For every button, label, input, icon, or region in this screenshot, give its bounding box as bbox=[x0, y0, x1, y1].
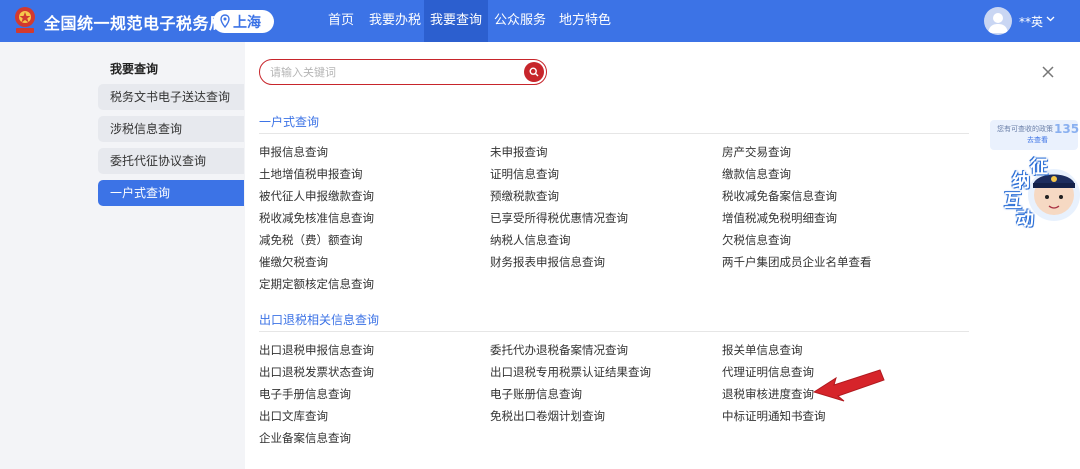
link-refund-invoice-status[interactable]: 出口退税发票状态查询 bbox=[259, 364, 374, 380]
link-agency-certificate[interactable]: 代理证明信息查询 bbox=[722, 364, 814, 380]
link-certificate-info[interactable]: 证明信息查询 bbox=[490, 166, 559, 182]
link-e-handbook[interactable]: 电子手册信息查询 bbox=[259, 386, 351, 402]
link-group-member-list[interactable]: 两千户集团成员企业名单查看 bbox=[722, 254, 872, 270]
sidebar-item-document-delivery[interactable]: 税务文书电子送达查询 bbox=[98, 84, 244, 110]
section-title-one-stop: 一户式查询 bbox=[259, 115, 320, 129]
link-export-refund-declaration[interactable]: 出口退税申报信息查询 bbox=[259, 342, 374, 358]
user-icon bbox=[988, 13, 1008, 33]
tax-interaction-assistant[interactable]: 征 纳 互 动 bbox=[1000, 155, 1080, 230]
bubble-count: 135 bbox=[1054, 122, 1080, 136]
tax-emblem-icon[interactable] bbox=[12, 5, 38, 35]
search-icon bbox=[529, 67, 539, 77]
main-panel bbox=[245, 42, 1080, 469]
bubble-view-link[interactable]: 去查看 bbox=[1027, 135, 1048, 145]
link-undeclared[interactable]: 未申报查询 bbox=[490, 144, 548, 160]
link-property-transaction[interactable]: 房产交易查询 bbox=[722, 144, 791, 160]
location-pin-icon bbox=[220, 14, 230, 28]
policy-notification-bubble[interactable]: 您有可查收的政策 去查看 135 bbox=[990, 120, 1080, 150]
top-header: 全国统一规范电子税务局 上海 首页 我要办税 我要查询 公众服务 地方特色 **… bbox=[0, 0, 1080, 42]
link-payment-info[interactable]: 缴款信息查询 bbox=[722, 166, 791, 182]
link-agent-declaration-payment[interactable]: 被代征人申报缴款查询 bbox=[259, 188, 374, 204]
link-financial-report[interactable]: 财务报表申报信息查询 bbox=[490, 254, 605, 270]
bubble-text: 您有可查收的政策 bbox=[997, 125, 1053, 133]
link-refund-tax-receipt-auth[interactable]: 出口退税专用税票认证结果查询 bbox=[490, 364, 651, 380]
link-e-ledger[interactable]: 电子账册信息查询 bbox=[490, 386, 582, 402]
search-button[interactable] bbox=[524, 62, 544, 82]
search-box bbox=[259, 59, 547, 85]
sidebar-item-tax-info[interactable]: 涉税信息查询 bbox=[98, 116, 244, 142]
nav-local-features[interactable]: 地方特色 bbox=[552, 0, 618, 42]
chevron-down-icon[interactable] bbox=[1046, 16, 1055, 22]
link-entrusted-refund-filing[interactable]: 委托代办退税备案情况查询 bbox=[490, 342, 628, 358]
link-vat-reduction-detail[interactable]: 增值税减免税明细查询 bbox=[722, 210, 837, 226]
mascot-char-1: 征 bbox=[1030, 157, 1048, 178]
mascot-char-4: 动 bbox=[1016, 209, 1034, 230]
link-reduction-filing[interactable]: 税收减免备案信息查询 bbox=[722, 188, 837, 204]
section-title-export-refund: 出口退税相关信息查询 bbox=[259, 313, 380, 327]
region-label: 上海 bbox=[233, 15, 261, 31]
close-icon[interactable] bbox=[1040, 64, 1056, 80]
link-refund-review-progress[interactable]: 退税审核进度查询 bbox=[722, 386, 814, 402]
link-taxpayer-info[interactable]: 纳税人信息查询 bbox=[490, 232, 571, 248]
link-export-library[interactable]: 出口文库查询 bbox=[259, 408, 328, 424]
link-prepaid-tax[interactable]: 预缴税款查询 bbox=[490, 188, 559, 204]
link-income-tax-preference[interactable]: 已享受所得税优惠情况查询 bbox=[490, 210, 628, 226]
link-reduction-amount[interactable]: 减免税（费）额查询 bbox=[259, 232, 363, 248]
search-input[interactable] bbox=[270, 63, 510, 81]
sidebar-item-one-stop-query[interactable]: 一户式查询 bbox=[98, 180, 244, 206]
region-selector[interactable]: 上海 bbox=[213, 10, 274, 33]
nav-public-service[interactable]: 公众服务 bbox=[488, 0, 552, 42]
sidebar-item-entrusted-agreement[interactable]: 委托代征协议查询 bbox=[98, 148, 244, 174]
link-arrears-collection[interactable]: 催缴欠税查询 bbox=[259, 254, 328, 270]
nav-home[interactable]: 首页 bbox=[316, 0, 366, 42]
link-bid-winning-notice[interactable]: 中标证明通知书查询 bbox=[722, 408, 826, 424]
section-divider bbox=[259, 133, 969, 134]
user-avatar[interactable] bbox=[984, 7, 1012, 35]
section-divider bbox=[259, 331, 969, 332]
link-fixed-quota-info[interactable]: 定期定额核定信息查询 bbox=[259, 276, 374, 292]
user-name[interactable]: **英 bbox=[1019, 13, 1043, 30]
link-customs-declaration[interactable]: 报关单信息查询 bbox=[722, 342, 803, 358]
link-tax-free-cigarette-plan[interactable]: 免税出口卷烟计划查询 bbox=[490, 408, 605, 424]
nav-tax-handling[interactable]: 我要办税 bbox=[366, 0, 424, 42]
link-declaration-info[interactable]: 申报信息查询 bbox=[259, 144, 328, 160]
annotation-arrow-icon bbox=[812, 369, 885, 402]
link-land-vat-declaration[interactable]: 土地增值税申报查询 bbox=[259, 166, 363, 182]
link-enterprise-filing[interactable]: 企业备案信息查询 bbox=[259, 430, 351, 446]
sidebar-title: 我要查询 bbox=[110, 62, 159, 76]
site-title[interactable]: 全国统一规范电子税务局 bbox=[44, 10, 226, 34]
link-tax-arrears-info[interactable]: 欠税信息查询 bbox=[722, 232, 791, 248]
link-reduction-approval[interactable]: 税收减免核准信息查询 bbox=[259, 210, 374, 226]
nav-query[interactable]: 我要查询 bbox=[424, 0, 488, 42]
